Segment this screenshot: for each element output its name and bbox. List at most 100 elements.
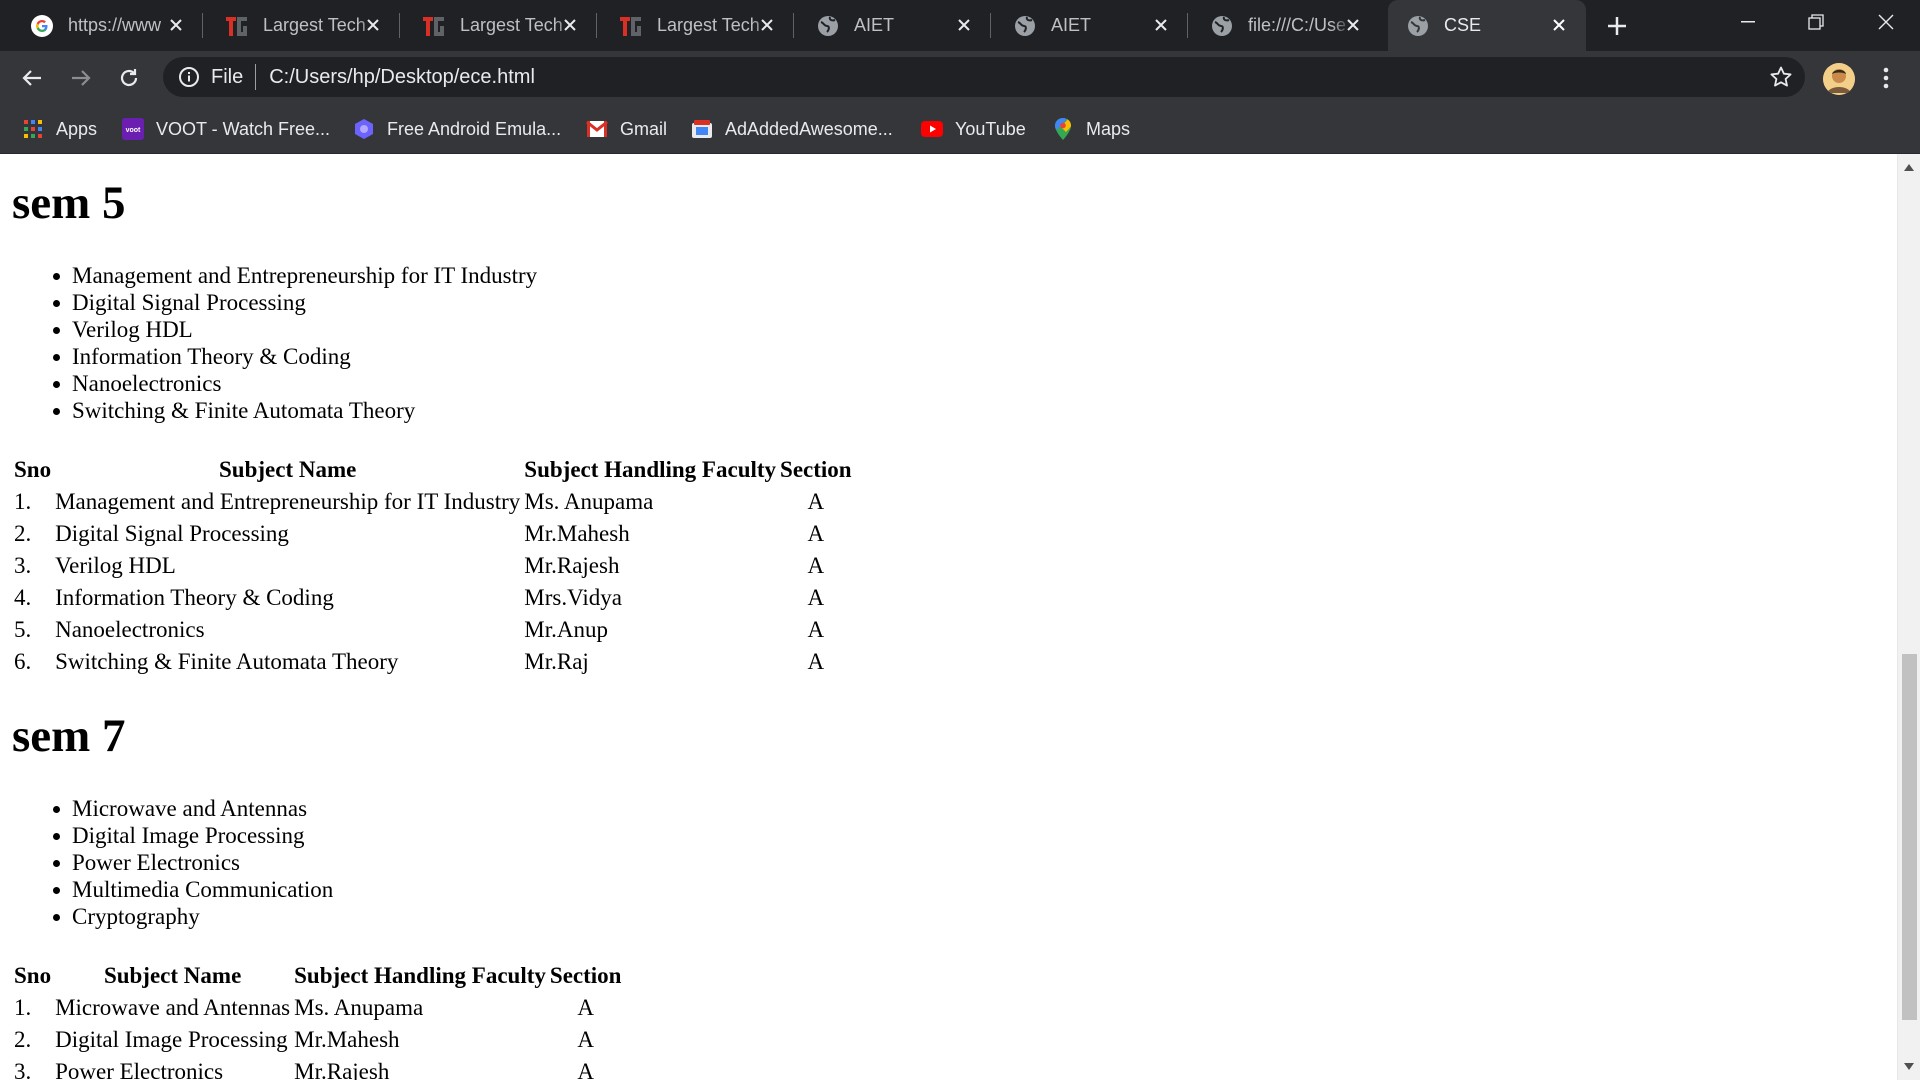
close-icon[interactable] — [1150, 14, 1172, 36]
close-icon[interactable] — [756, 14, 778, 36]
url-text[interactable]: C:/Users/hp/Desktop/ece.html — [269, 66, 535, 89]
cell-faculty: Mr.Rajesh — [294, 1059, 390, 1080]
cell-sno: 1. — [14, 995, 32, 1020]
table-row: 3. Power Electronics Mr.Rajesh A — [14, 1057, 621, 1080]
list-item: Switching & Finite Automata Theory — [53, 397, 1882, 424]
cell-sno: 5. — [14, 617, 32, 642]
table-row: 5. Nanoelectronics Mr.Anup A — [14, 615, 852, 645]
voot-icon: voot — [122, 118, 144, 140]
bookmark-adaddedawesome[interactable]: AdAddedAwesome... — [691, 114, 893, 144]
column-header-faculty: Subject Handling Faculty — [294, 963, 546, 988]
browser-tab[interactable]: AIET — [794, 0, 991, 51]
youtube-icon — [921, 118, 943, 140]
cell-section: A — [577, 1027, 594, 1052]
bookmark-apps[interactable]: Apps — [22, 114, 97, 144]
list-item: Management and Entrepreneurship for IT I… — [53, 262, 1882, 289]
list-item: Microwave and Antennas — [53, 795, 1882, 822]
browser-tab[interactable]: file:///C:/Use — [1188, 0, 1388, 51]
table-row: 2. Digital Image Processing Mr.Mahesh A — [14, 1025, 621, 1055]
bookmark-android-emulator[interactable]: Free Android Emula... — [353, 114, 561, 144]
close-icon[interactable] — [362, 14, 384, 36]
close-icon[interactable] — [1342, 14, 1364, 36]
restore-button[interactable] — [1786, 0, 1846, 44]
tg-logo-icon — [619, 14, 643, 38]
list-item: Verilog HDL — [53, 316, 1882, 343]
table-row: 6. Switching & Finite Automata Theory Mr… — [14, 647, 852, 677]
bookmark-label: VOOT - Watch Free... — [156, 118, 331, 139]
bookmark-voot[interactable]: voot VOOT - Watch Free... — [122, 114, 330, 144]
cell-subject: Switching & Finite Automata Theory — [55, 649, 399, 674]
list-item: Power Electronics — [53, 849, 1882, 876]
cell-faculty: Mr.Anup — [524, 617, 608, 642]
cell-faculty: Ms. Anupama — [294, 995, 424, 1020]
window-close-button[interactable] — [1856, 0, 1916, 44]
bookmark-label: AdAddedAwesome... — [725, 118, 893, 139]
bookmark-label: Maps — [1086, 118, 1131, 139]
profile-avatar[interactable] — [1823, 63, 1855, 95]
browser-toolbar: File C:/Users/hp/Desktop/ece.html — [0, 51, 1920, 104]
browser-tab[interactable]: https://www — [8, 0, 203, 51]
apps-grid-icon — [22, 118, 44, 140]
sem7-section: sem 7 Microwave and Antennas Digital Ima… — [12, 709, 1882, 1080]
browser-tab-active[interactable]: CSE — [1388, 0, 1586, 51]
cell-sno: 3. — [14, 1059, 32, 1080]
vertical-scrollbar[interactable] — [1897, 154, 1920, 1080]
bookmark-label: Apps — [56, 118, 98, 139]
list-item: Information Theory & Coding — [53, 343, 1882, 370]
close-icon[interactable] — [953, 14, 975, 36]
cell-section: A — [807, 521, 825, 546]
table-row: 2. Digital Signal Processing Mr.Mahesh A — [14, 519, 852, 549]
cell-faculty: Ms. Anupama — [524, 489, 654, 514]
bookmark-label: Free Android Emula... — [387, 118, 562, 139]
cell-subject: Information Theory & Coding — [55, 585, 334, 610]
list-item: Cryptography — [53, 903, 1882, 930]
close-icon[interactable] — [1548, 14, 1570, 36]
table-row: 1. Microwave and Antennas Ms. Anupama A — [14, 993, 621, 1023]
column-header-sno: Sno — [14, 457, 52, 482]
scroll-down-arrow-icon[interactable] — [1904, 1063, 1914, 1070]
column-header-section: Section — [549, 963, 622, 988]
new-tab-button[interactable] — [1603, 12, 1631, 40]
cell-subject: Nanoelectronics — [55, 617, 205, 642]
bookmark-gmail[interactable]: Gmail — [586, 114, 667, 144]
emulator-icon — [353, 118, 375, 140]
sem5-faculty-table: Sno Subject Name Subject Handling Facult… — [10, 453, 856, 679]
forward-button[interactable] — [66, 63, 96, 93]
list-item: Digital Image Processing — [53, 822, 1882, 849]
scheme-label: File — [211, 65, 244, 88]
sem5-subject-list: Management and Entrepreneurship for IT I… — [53, 262, 1882, 424]
column-header-section: Section — [780, 457, 852, 482]
cell-subject: Digital Signal Processing — [55, 521, 289, 546]
bookmark-maps[interactable]: Maps — [1052, 114, 1130, 144]
back-button[interactable] — [17, 63, 47, 93]
scrollbar-thumb[interactable] — [1902, 654, 1917, 1020]
bookmark-youtube[interactable]: YouTube — [921, 114, 1026, 144]
close-icon[interactable] — [559, 14, 581, 36]
cell-faculty: Mr.Raj — [524, 649, 589, 674]
address-bar[interactable]: File C:/Users/hp/Desktop/ece.html — [163, 57, 1805, 97]
minimize-button[interactable] — [1718, 0, 1778, 44]
reload-button[interactable] — [114, 63, 144, 93]
tab-strip: https://www Largest Tech Largest Tech La… — [0, 0, 1920, 51]
browser-tab[interactable]: Largest Tech — [203, 0, 400, 51]
table-row: 1. Management and Entrepreneurship for I… — [14, 487, 852, 517]
browser-tab[interactable]: Largest Tech — [400, 0, 597, 51]
cell-sno: 3. — [14, 553, 32, 578]
page-viewport: sem 5 Management and Entrepreneurship fo… — [0, 154, 1897, 1080]
star-icon[interactable] — [1769, 65, 1793, 89]
cell-subject: Management and Entrepreneurship for IT I… — [55, 489, 521, 514]
close-icon[interactable] — [165, 14, 187, 36]
maps-icon — [1052, 118, 1074, 140]
cell-sno: 2. — [14, 521, 32, 546]
info-icon[interactable] — [177, 65, 201, 89]
scroll-up-arrow-icon[interactable] — [1904, 164, 1914, 171]
list-item: Multimedia Communication — [53, 876, 1882, 903]
browser-tab[interactable]: Largest Tech — [597, 0, 794, 51]
page-content: sem 5 Management and Entrepreneurship fo… — [12, 176, 1882, 1080]
browser-tab[interactable]: AIET — [991, 0, 1188, 51]
menu-icon[interactable] — [1876, 63, 1896, 93]
svg-text:voot: voot — [126, 127, 141, 134]
globe-icon — [816, 14, 840, 38]
globe-icon — [1210, 14, 1234, 38]
cell-section: A — [807, 585, 825, 610]
